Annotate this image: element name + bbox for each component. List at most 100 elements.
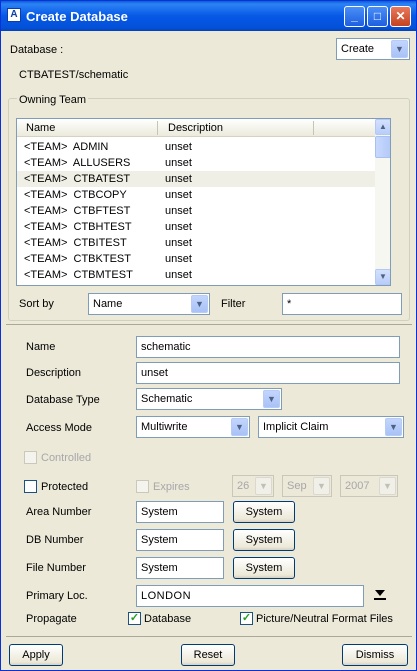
reset-button[interactable]: Reset bbox=[181, 644, 235, 666]
maximize-button[interactable]: □ bbox=[367, 6, 388, 27]
controlled-checkbox[interactable] bbox=[24, 451, 37, 464]
team-description-cell: unset bbox=[165, 253, 192, 265]
chevron-down-icon: ▼ bbox=[391, 40, 408, 58]
database-mode-select[interactable]: Create ▼ bbox=[336, 38, 410, 60]
db-number-label: DB Number bbox=[26, 534, 84, 546]
arrow-down-icon[interactable]: ▼ bbox=[375, 269, 390, 285]
expires-checkbox[interactable] bbox=[136, 480, 149, 493]
scrollbar-thumb[interactable] bbox=[375, 136, 390, 158]
db-number-system-button[interactable]: System bbox=[233, 529, 295, 551]
list-item[interactable]: <TEAM> CTBCOPY unset bbox=[17, 187, 375, 203]
primary-loc-label: Primary Loc. bbox=[26, 590, 88, 602]
vertical-scrollbar[interactable]: ▲ ▼ bbox=[375, 119, 390, 285]
list-item[interactable]: <TEAM> ALLUSERS unset bbox=[17, 155, 375, 171]
team-name-cell: <TEAM> CTBATEST bbox=[24, 173, 131, 185]
maximize-icon: □ bbox=[373, 9, 382, 23]
team-name-cell: <TEAM> CTBFTEST bbox=[24, 205, 131, 217]
propagate-database-checkbox[interactable]: ✓ bbox=[128, 612, 141, 625]
description-input[interactable]: unset bbox=[136, 362, 400, 384]
team-description-cell: unset bbox=[165, 237, 192, 249]
file-number-system-button[interactable]: System bbox=[233, 557, 295, 579]
underline-arrow-icon[interactable] bbox=[373, 587, 387, 601]
team-name-cell: <TEAM> ADMIN bbox=[24, 141, 109, 153]
team-name-cell: <TEAM> CTBKTEST bbox=[24, 253, 131, 265]
chevron-down-icon: ▼ bbox=[191, 295, 208, 313]
app-icon: A bbox=[7, 8, 21, 22]
list-header: Name Description bbox=[17, 119, 375, 137]
expires-label: Expires bbox=[153, 481, 190, 493]
access-mode-value: Multiwrite bbox=[141, 421, 188, 433]
name-label: Name bbox=[26, 341, 56, 353]
sort-by-select[interactable]: Name ▼ bbox=[88, 293, 210, 315]
file-number-input[interactable]: System bbox=[136, 557, 224, 579]
chevron-down-icon: ▼ bbox=[379, 477, 396, 495]
list-item[interactable]: <TEAM> CTBKTEST unset bbox=[17, 251, 375, 267]
sort-by-label: Sort by bbox=[19, 298, 54, 310]
chevron-down-icon: ▼ bbox=[263, 390, 280, 408]
protected-label: Protected bbox=[41, 481, 89, 493]
chevron-down-icon: ▼ bbox=[255, 477, 272, 495]
column-divider[interactable] bbox=[157, 121, 158, 135]
chevron-down-icon: ▼ bbox=[313, 477, 330, 495]
filter-input[interactable]: * bbox=[282, 293, 402, 315]
propagate-database-label: Database bbox=[144, 613, 192, 625]
list-item[interactable]: <TEAM> CTBATEST unset bbox=[17, 171, 375, 187]
team-description-cell: unset bbox=[165, 157, 192, 169]
list-item[interactable]: <TEAM> ADMIN unset bbox=[17, 139, 375, 155]
checkmark-icon: ✓ bbox=[241, 612, 252, 624]
database-type-label: Database Type bbox=[26, 394, 100, 406]
column-header-description[interactable]: Description bbox=[168, 122, 223, 134]
filter-label: Filter bbox=[221, 298, 246, 310]
arrow-up-icon[interactable]: ▲ bbox=[375, 119, 390, 135]
expires-day-value: 26 bbox=[237, 480, 250, 492]
area-number-input[interactable]: System bbox=[136, 501, 224, 523]
list-item[interactable]: <TEAM> CTBMTEST unset bbox=[17, 267, 375, 283]
expires-day-select[interactable]: 26 ▼ bbox=[232, 475, 274, 497]
owning-team-list[interactable]: Name Description <TEAM> ADMIN unset <TEAM>… bbox=[16, 118, 391, 286]
chevron-down-icon: ▼ bbox=[231, 418, 248, 436]
propagate-picture-label: Picture/Neutral Format Files bbox=[256, 613, 393, 625]
team-description-cell: unset bbox=[165, 189, 192, 201]
window-title: Create Database bbox=[26, 9, 128, 24]
minimize-button[interactable]: _ bbox=[344, 6, 365, 27]
access-mode-select[interactable]: Multiwrite ▼ bbox=[136, 416, 250, 438]
expires-year-value: 2007 bbox=[345, 480, 370, 492]
column-header-name[interactable]: Name bbox=[26, 122, 55, 134]
db-number-input[interactable]: System bbox=[136, 529, 224, 551]
owning-team-legend: Owning Team bbox=[17, 94, 89, 106]
name-input[interactable]: schematic bbox=[136, 336, 400, 358]
create-database-window: A Create Database _ □ ✕ Database : Creat… bbox=[0, 0, 417, 671]
column-divider[interactable] bbox=[313, 121, 314, 135]
area-number-label: Area Number bbox=[26, 506, 92, 518]
footer-divider bbox=[6, 636, 412, 637]
chevron-down-icon: ▼ bbox=[385, 418, 402, 436]
team-name-cell: <TEAM> CTBMTEST bbox=[24, 269, 133, 281]
database-path: CTBATEST/schematic bbox=[19, 69, 129, 81]
title-bar[interactable]: A Create Database _ □ ✕ bbox=[1, 1, 416, 31]
expires-year-select[interactable]: 2007 ▼ bbox=[340, 475, 398, 497]
team-description-cell: unset bbox=[165, 205, 192, 217]
area-number-system-button[interactable]: System bbox=[233, 501, 295, 523]
team-name-cell: <TEAM> CTBITEST bbox=[24, 237, 127, 249]
claim-mode-select[interactable]: Implicit Claim ▼ bbox=[258, 416, 404, 438]
protected-checkbox[interactable] bbox=[24, 480, 37, 493]
dismiss-button[interactable]: Dismiss bbox=[342, 644, 408, 666]
checkmark-icon: ✓ bbox=[129, 612, 140, 624]
expires-month-value: Sep bbox=[287, 480, 307, 492]
database-label: Database : bbox=[10, 44, 64, 56]
close-icon: ✕ bbox=[395, 9, 406, 23]
database-mode-value: Create bbox=[341, 43, 375, 55]
primary-loc-input[interactable]: LONDON bbox=[136, 585, 364, 607]
expires-month-select[interactable]: Sep ▼ bbox=[282, 475, 332, 497]
propagate-picture-checkbox[interactable]: ✓ bbox=[240, 612, 253, 625]
list-item[interactable]: <TEAM> CTBFTEST unset bbox=[17, 203, 375, 219]
list-item[interactable]: <TEAM> CTBHTEST unset bbox=[17, 219, 375, 235]
close-button[interactable]: ✕ bbox=[390, 6, 411, 27]
list-item[interactable]: <TEAM> CTBITEST unset bbox=[17, 235, 375, 251]
sort-by-value: Name bbox=[93, 298, 123, 310]
section-divider bbox=[6, 324, 412, 325]
apply-button[interactable]: Apply bbox=[9, 644, 63, 666]
team-name-cell: <TEAM> CTBHTEST bbox=[24, 221, 132, 233]
database-type-select[interactable]: Schematic ▼ bbox=[136, 388, 282, 410]
team-description-cell: unset bbox=[165, 141, 192, 153]
